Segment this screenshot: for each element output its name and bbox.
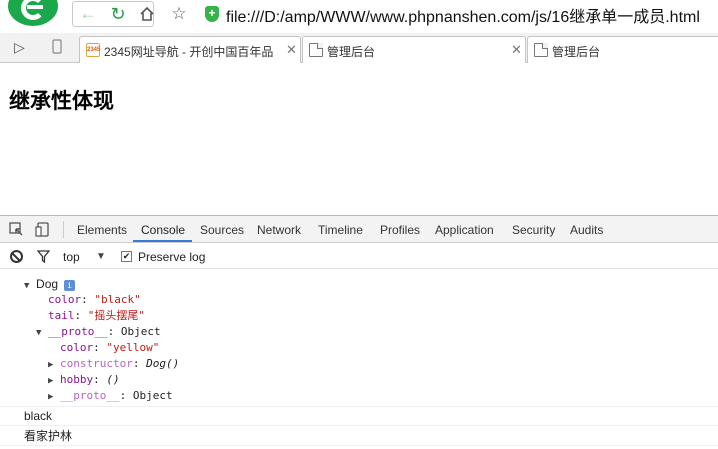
browser-toolbar: ← ↻ ☆ + file:///D:/amp/WWW/www.phpnanshe… [0, 0, 718, 30]
address-bar-url[interactable]: file:///D:/amp/WWW/www.phpnanshen.com/js… [226, 3, 700, 27]
expanded-triangle-icon[interactable]: ▼ [36, 328, 41, 338]
tab-timeline[interactable]: Timeline [318, 223, 363, 237]
property-value: Object [120, 325, 161, 338]
tab-sources[interactable]: Sources [200, 223, 244, 237]
collapsed-triangle-icon[interactable]: ▶ [48, 360, 53, 370]
property-value: "yellow" [106, 341, 160, 354]
tab-2345[interactable]: 2345 2345网址导航 - 开创中国百年品 ✕ [79, 36, 301, 63]
inspect-element-icon[interactable] [9, 222, 25, 237]
logo-bar [27, 5, 43, 9]
console-row-divider [0, 425, 718, 426]
proto-property: color: "yellow" [60, 341, 160, 354]
tab-admin-2[interactable]: 管理后台 [527, 36, 718, 63]
tab-application[interactable]: Application [435, 223, 494, 237]
device-icon[interactable] [52, 39, 62, 57]
object-property: tail: "摇头摆尾" [48, 309, 145, 322]
tab-audits[interactable]: Audits [570, 223, 603, 237]
property-value: Object [132, 389, 173, 402]
collapsed-triangle-icon[interactable]: ▶ [48, 392, 53, 402]
device-mode-icon[interactable] [35, 222, 51, 237]
console-filter-bar: top ▼ ✔ Preserve log [0, 244, 718, 269]
page-heading: 继承性体现 [9, 88, 114, 113]
proto-inner-proto-row[interactable]: ▶ __proto__: Object [48, 388, 173, 405]
property-key: constructor [60, 357, 133, 370]
devtools-panel: Elements Console Sources Network Timelin… [0, 215, 718, 449]
document-icon [534, 43, 548, 57]
tab-title: 管理后台 [552, 45, 601, 59]
property-value: () [106, 373, 120, 386]
toolbar-divider [63, 221, 64, 238]
property-key: __proto__ [48, 325, 108, 338]
property-value: "black" [94, 293, 141, 306]
collapsed-triangle-icon[interactable]: ▶ [48, 376, 53, 386]
security-shield-icon[interactable]: + [205, 6, 219, 22]
close-icon[interactable]: ✕ [511, 42, 522, 58]
property-key: hobby [60, 373, 94, 386]
reload-icon[interactable]: ↻ [105, 2, 131, 26]
devtools-tabbar: Elements Console Sources Network Timelin… [0, 216, 718, 243]
close-icon[interactable]: ✕ [286, 42, 297, 58]
console-log-line: black [24, 409, 53, 423]
tab-profiles[interactable]: Profiles [380, 223, 420, 237]
home-icon[interactable] [134, 2, 160, 26]
property-key: __proto__ [60, 389, 120, 402]
console-row-divider [0, 445, 718, 446]
sidebar-toggle-icon[interactable]: ▷ [14, 39, 25, 56]
tab-security[interactable]: Security [512, 223, 555, 237]
property-key: tail [48, 309, 75, 322]
property-key: color [60, 341, 94, 354]
clear-console-icon[interactable] [10, 250, 23, 263]
console-row-divider [0, 406, 718, 407]
property-value: "摇头摆尾" [87, 309, 145, 322]
star-icon[interactable]: ☆ [166, 2, 192, 26]
preserve-log-label[interactable]: Preserve log [138, 250, 205, 264]
logo-ring [21, 0, 45, 20]
back-arrow-icon[interactable]: ← [75, 2, 101, 26]
console-output: ▼ Dog i color: "black" tail: "摇头摆尾" ▼ __p… [0, 271, 718, 449]
tab-network[interactable]: Network [257, 223, 301, 237]
object-property: color: "black" [48, 293, 141, 306]
filter-icon[interactable] [36, 250, 51, 266]
object-name: Dog [36, 277, 59, 291]
console-log-line: 看家护林 [24, 429, 73, 443]
proto-hobby-row[interactable]: ▶ hobby: () [48, 372, 120, 389]
proto-constructor-row[interactable]: ▶ constructor: Dog() [48, 356, 179, 373]
context-selector[interactable]: top [63, 250, 80, 264]
proto-row[interactable]: ▼ __proto__: Object [36, 324, 161, 341]
tab-title: 管理后台 [327, 45, 376, 59]
active-tab-indicator [133, 240, 192, 242]
property-key: color [48, 293, 82, 306]
document-icon [309, 43, 323, 57]
tab-admin-1[interactable]: 管理后台 ✕ [302, 36, 526, 63]
tab-elements[interactable]: Elements [77, 223, 127, 237]
preserve-log-checkbox[interactable]: ✔ [121, 251, 132, 262]
tab-strip: ▷ 2345 2345网址导航 - 开创中国百年品 ✕ 管理后台 ✕ 管理后台 [0, 33, 718, 63]
tab-title: 2345网址导航 - 开创中国百年品 [104, 45, 274, 59]
property-value: Dog() [146, 357, 180, 370]
expanded-triangle-icon[interactable]: ▼ [24, 281, 29, 291]
2345-favicon: 2345 [86, 43, 100, 57]
browser-logo-icon[interactable] [8, 0, 58, 26]
info-icon[interactable]: i [64, 279, 76, 291]
chevron-down-icon[interactable]: ▼ [96, 251, 106, 262]
tab-console[interactable]: Console [141, 223, 185, 237]
